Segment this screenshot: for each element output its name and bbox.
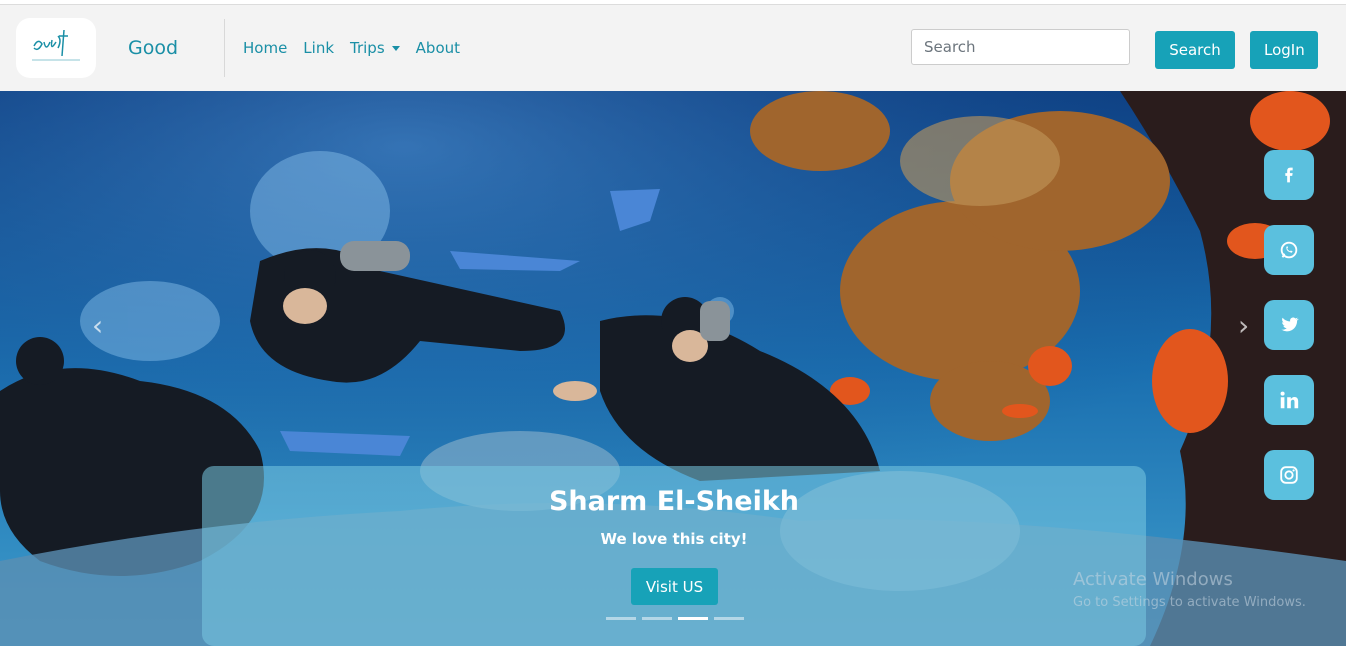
linkedin-button[interactable] bbox=[1264, 375, 1314, 425]
nav-trips-label: Trips bbox=[350, 39, 385, 57]
search-button[interactable]: Search bbox=[1155, 31, 1235, 69]
facebook-icon bbox=[1285, 167, 1293, 183]
instagram-icon bbox=[1280, 466, 1298, 484]
nav-home[interactable]: Home bbox=[243, 39, 287, 57]
twitter-icon bbox=[1281, 317, 1299, 332]
search-input[interactable] bbox=[911, 29, 1130, 65]
nav-links: Home Link Trips About bbox=[243, 39, 476, 57]
nav-trips-dropdown[interactable]: Trips bbox=[350, 39, 400, 57]
caret-down-icon bbox=[391, 45, 400, 51]
whatsapp-icon bbox=[1280, 241, 1298, 259]
carousel-caption: Sharm El-Sheikh We love this city! Visit… bbox=[202, 466, 1146, 646]
watermark-title: Activate Windows bbox=[1073, 569, 1233, 590]
carousel-indicator[interactable] bbox=[642, 617, 672, 620]
facebook-button[interactable] bbox=[1264, 150, 1314, 200]
logo[interactable] bbox=[16, 18, 96, 78]
linkedin-icon bbox=[1280, 391, 1299, 409]
navbar: Good Home Link Trips About Search LogIn bbox=[0, 5, 1346, 91]
carousel-prev-chevron-icon[interactable]: ‹ bbox=[92, 312, 110, 340]
login-button[interactable]: LogIn bbox=[1250, 31, 1318, 69]
nav-link[interactable]: Link bbox=[303, 39, 334, 57]
carousel-next-chevron-icon[interactable]: › bbox=[1238, 312, 1256, 340]
hero-carousel: ‹ › Sharm El-Sheikh We love this city! V… bbox=[0, 91, 1346, 646]
carousel-indicators bbox=[606, 617, 744, 620]
nav-about[interactable]: About bbox=[416, 39, 460, 57]
carousel-indicator[interactable] bbox=[714, 617, 744, 620]
watermark-subtitle: Go to Settings to activate Windows. bbox=[1073, 595, 1306, 610]
carousel-indicator[interactable] bbox=[606, 617, 636, 620]
caption-subtitle: We love this city! bbox=[600, 530, 748, 548]
egypt-logo-icon bbox=[32, 29, 80, 61]
visit-us-button[interactable]: Visit US bbox=[631, 568, 718, 605]
whatsapp-button[interactable] bbox=[1264, 225, 1314, 275]
twitter-button[interactable] bbox=[1264, 300, 1314, 350]
brand-link[interactable]: Good bbox=[128, 37, 178, 59]
carousel-indicator-active[interactable] bbox=[678, 617, 708, 620]
nav-divider bbox=[224, 19, 225, 77]
instagram-button[interactable] bbox=[1264, 450, 1314, 500]
caption-title: Sharm El-Sheikh bbox=[548, 486, 800, 517]
